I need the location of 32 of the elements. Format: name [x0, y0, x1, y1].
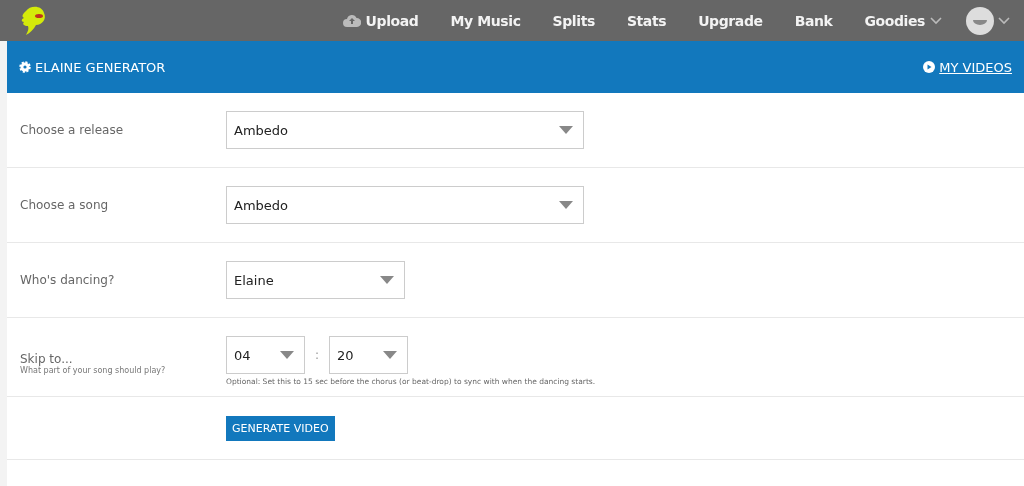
field-label: Choose a song	[20, 198, 110, 212]
minutes-select[interactable]: 04	[226, 336, 305, 374]
caret-icon	[930, 16, 942, 25]
play-icon	[923, 61, 936, 73]
time-separator: :	[313, 348, 320, 362]
nav-link[interactable]: Goodies	[848, 12, 958, 29]
cloud-upload-icon	[342, 14, 361, 27]
caret-icon	[998, 16, 1010, 25]
field-hint: What part of your song should play?	[20, 366, 167, 375]
page-title: ELAINE GENERATOR	[35, 59, 166, 75]
dropdown-arrow-icon	[280, 351, 294, 359]
nav-link[interactable]: Splits	[536, 12, 611, 29]
dropdown-arrow-icon	[559, 201, 573, 209]
field-label: Who's dancing?	[20, 273, 116, 287]
nav-link[interactable]: Upgrade	[682, 12, 779, 29]
select-field[interactable]: Ambedo	[226, 186, 584, 224]
field-label: Skip to...	[20, 352, 74, 366]
field-label: Choose a release	[20, 123, 125, 137]
seconds-select[interactable]: 20	[329, 336, 408, 374]
nav-link[interactable]: Bank	[778, 12, 849, 29]
dropdown-arrow-icon	[559, 126, 573, 134]
dropdown-arrow-icon	[380, 276, 394, 284]
avatar-icon[interactable]	[966, 6, 994, 35]
generate-button[interactable]: GENERATE VIDEO	[226, 416, 335, 441]
nav-link[interactable]: Stats	[610, 12, 683, 29]
nav-link[interactable]: My Music	[434, 12, 537, 29]
my-videos-link[interactable]: MY VIDEOS	[939, 59, 1012, 75]
select-field[interactable]: Elaine	[226, 261, 405, 299]
settings-icon	[19, 61, 31, 73]
nav-link[interactable]: Upload	[326, 12, 435, 29]
select-field[interactable]: Ambedo	[226, 111, 584, 149]
dropdown-arrow-icon	[383, 351, 397, 359]
